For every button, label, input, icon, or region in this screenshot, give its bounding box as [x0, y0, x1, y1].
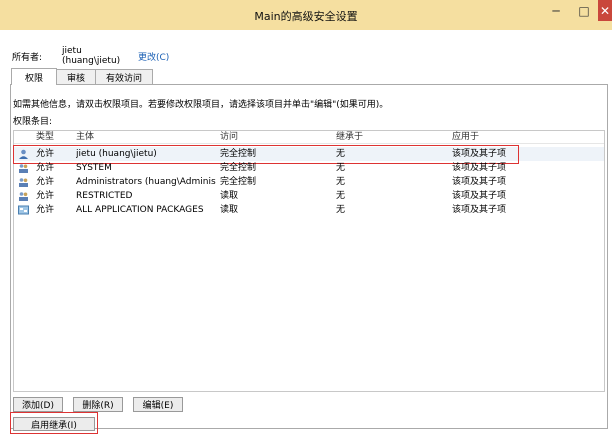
dialog-content: 所有者: jietu (huang\jietu) 更改(C) 权限 审核 有效访…: [0, 30, 612, 434]
tab-auditing[interactable]: 审核: [56, 69, 97, 84]
column-header-inherited-from[interactable]: 继承于: [336, 131, 363, 143]
row-type: 允许: [36, 163, 55, 173]
table-row[interactable]: 允许 RESTRICTED 读取 无 该项及其子项: [14, 189, 604, 203]
row-inherited-from: 无: [336, 163, 346, 173]
owner-value: jietu (huang\jietu): [62, 46, 121, 66]
tab-effective-access[interactable]: 有效访问: [95, 69, 154, 84]
row-access: 完全控制: [220, 177, 257, 187]
tab-label: 权限: [25, 73, 44, 84]
row-principal: Administrators (huang\Administr...: [76, 177, 216, 187]
tab-label: 有效访问: [106, 73, 143, 84]
owner-row: 所有者: jietu (huang\jietu) 更改(C): [12, 46, 169, 66]
package-icon: [18, 205, 29, 215]
row-principal: ALL APPLICATION PACKAGES: [76, 205, 204, 215]
remove-button[interactable]: 删除(R): [73, 397, 123, 412]
table-row[interactable]: 允许 SYSTEM 完全控制 无 该项及其子项: [14, 161, 604, 175]
column-header-type[interactable]: 类型: [36, 131, 54, 143]
action-buttons: 添加(D) 删除(R) 编辑(E): [13, 397, 183, 412]
permission-entries-list[interactable]: 类型 主体 访问 继承于 应用于 允许 jietu (huang\jietu) …: [13, 130, 605, 392]
tab-label: 审核: [67, 73, 86, 84]
column-header-applies-to[interactable]: 应用于: [452, 131, 479, 143]
table-row[interactable]: 允许 Administrators (huang\Administr... 完全…: [14, 175, 604, 189]
enable-inheritance-button[interactable]: 启用继承(I): [13, 417, 95, 431]
list-header: 类型 主体 访问 继承于 应用于: [14, 131, 604, 144]
table-row[interactable]: 允许 jietu (huang\jietu) 完全控制 无 该项及其子项: [13, 145, 604, 164]
row-type: 允许: [36, 177, 55, 187]
table-row[interactable]: 允许 ALL APPLICATION PACKAGES 读取 无 该项及其子项: [14, 203, 604, 217]
row-inherited-from: 无: [336, 177, 346, 187]
group-icon: [18, 177, 29, 187]
row-principal: SYSTEM: [76, 163, 112, 173]
row-type: 允许: [36, 205, 55, 215]
window-title: Main的高级安全设置: [254, 10, 358, 23]
row-type: 允许: [36, 191, 55, 201]
edit-button[interactable]: 编辑(E): [133, 397, 183, 412]
row-access: 读取: [220, 205, 239, 215]
tab-permissions[interactable]: 权限: [11, 68, 58, 85]
row-applies-to: 该项及其子项: [452, 191, 507, 201]
tab-strip: 权限 审核 有效访问: [11, 68, 154, 85]
info-text: 如需其他信息，请双击权限项目。若要修改权限项目，请选择该项目并单击"编辑"(如果…: [13, 100, 389, 110]
owner-label: 所有者:: [12, 52, 43, 63]
row-inherited-from: 无: [336, 205, 346, 215]
row-access: 读取: [220, 191, 239, 201]
row-principal: RESTRICTED: [76, 191, 133, 201]
row-applies-to: 该项及其子项: [452, 163, 507, 173]
minimize-button[interactable]: ─: [542, 0, 570, 21]
entries-label: 权限条目:: [13, 117, 53, 127]
add-button[interactable]: 添加(D): [13, 397, 63, 412]
maximize-button[interactable]: □: [570, 0, 598, 21]
column-header-principal[interactable]: 主体: [76, 131, 94, 143]
row-applies-to: 该项及其子项: [452, 205, 507, 215]
row-applies-to: 该项及其子项: [452, 177, 507, 187]
permissions-panel: 如需其他信息，请双击权限项目。若要修改权限项目，请选择该项目并单击"编辑"(如果…: [10, 84, 608, 434]
group-icon: [18, 191, 29, 201]
change-owner-link[interactable]: 更改(C): [138, 50, 169, 63]
column-header-access[interactable]: 访问: [220, 131, 238, 143]
group-icon: [18, 163, 29, 173]
close-button[interactable]: ✕: [598, 0, 612, 21]
title-bar: Main的高级安全设置 ─ □ ✕: [0, 0, 612, 31]
row-access: 完全控制: [220, 163, 257, 173]
row-inherited-from: 无: [336, 191, 346, 201]
